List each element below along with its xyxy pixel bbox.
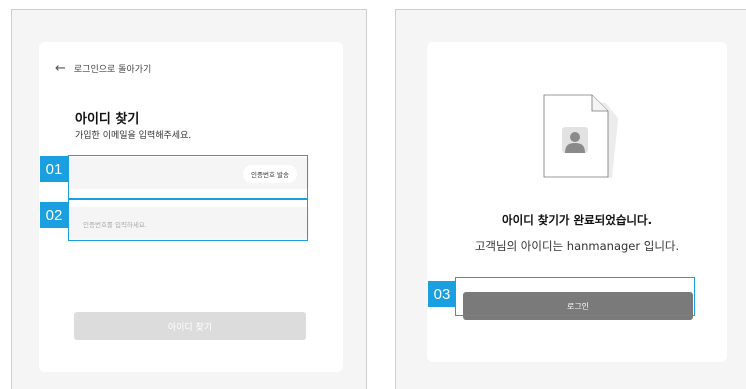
arrow-left-icon: ← <box>55 61 66 76</box>
find-id-button[interactable]: 아이디 찾기 <box>74 312 306 340</box>
id-document-icon <box>543 94 619 179</box>
page-subtitle: 가입한 이메일을 입력해주세요. <box>75 131 192 141</box>
back-to-login-label: 로그인으로 돌아가기 <box>73 65 152 75</box>
find-id-result-panel: 아이디 찾기가 완료되었습니다. 고객님의 아이디는 hanmanager 입니… <box>395 9 746 389</box>
back-to-login-link[interactable]: ← 로그인으로 돌아가기 <box>55 62 151 75</box>
annotation-badge-02: 02 <box>40 202 68 228</box>
page-title: 아이디 찾기 <box>75 112 140 127</box>
result-description: 고객님의 아이디는 hanmanager 입니다. <box>474 239 680 253</box>
annotation-highlight-01 <box>68 155 308 199</box>
annotation-badge-03: 03 <box>428 281 456 307</box>
annotation-highlight-03 <box>455 277 695 316</box>
annotation-badge-01: 01 <box>40 156 68 182</box>
annotation-highlight-02 <box>68 199 308 241</box>
result-title: 아이디 찾기가 완료되었습니다. <box>502 213 652 227</box>
